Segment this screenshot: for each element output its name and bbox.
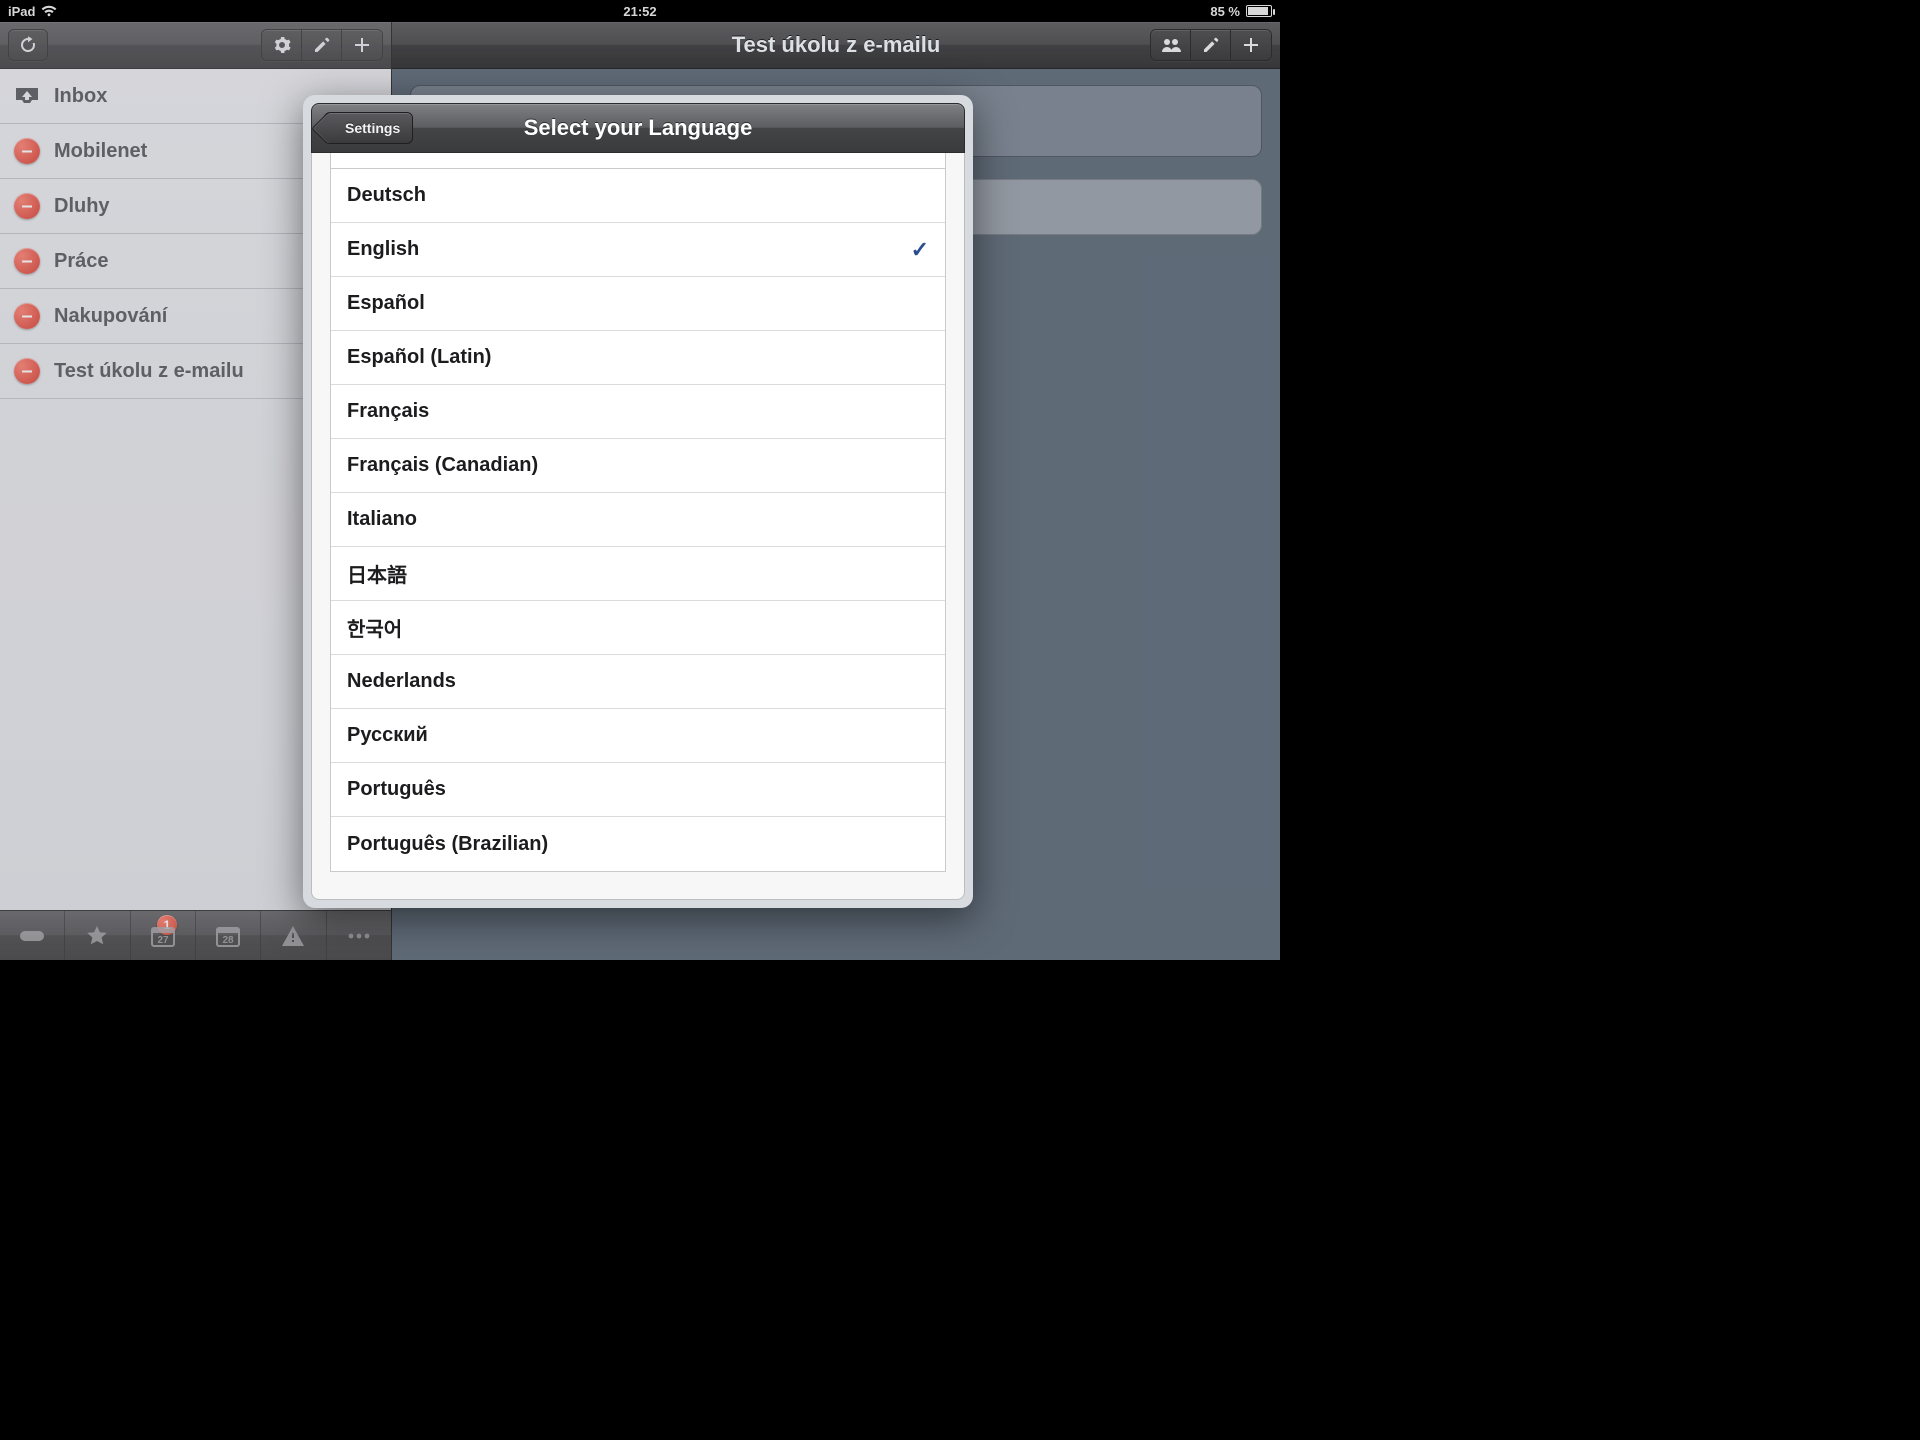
popover-body[interactable]: Deutsch English ✓ Español Español (Latin)… [311, 153, 965, 900]
language-label: Español (Latin) [347, 346, 491, 369]
tab-starred[interactable] [65, 911, 130, 960]
popover-header: Settings Select your Language [311, 103, 965, 153]
language-popover: Settings Select your Language Deutsch En… [303, 95, 973, 908]
sidebar-item-label: Nakupování [54, 305, 167, 328]
language-label: Русский [347, 724, 428, 747]
minus-icon: – [14, 358, 40, 384]
detail-toolbar: Test úkolu z e-mailu [392, 22, 1280, 69]
language-option[interactable]: Nederlands [331, 655, 945, 709]
sidebar-item-label: Inbox [54, 85, 107, 108]
svg-text:28: 28 [223, 935, 235, 946]
back-to-settings-button[interactable]: Settings [324, 112, 413, 144]
language-option[interactable]: Deutsch [331, 169, 945, 223]
language-label: Italiano [347, 508, 417, 531]
language-option[interactable]: English ✓ [331, 223, 945, 277]
sidebar-item-label: Dluhy [54, 195, 110, 218]
language-list: Deutsch English ✓ Español Español (Latin)… [330, 153, 946, 872]
language-label: 한국어 [347, 613, 402, 642]
language-label: English [347, 238, 419, 261]
language-option[interactable]: Italiano [331, 493, 945, 547]
minus-icon: – [14, 303, 40, 329]
language-label: Deutsch [347, 184, 426, 207]
language-label: Nederlands [347, 670, 456, 693]
language-option[interactable]: Français [331, 385, 945, 439]
language-option[interactable]: Português (Brazilian) [331, 817, 945, 871]
tab-tomorrow[interactable]: 28 [196, 911, 261, 960]
minus-icon: – [14, 138, 40, 164]
tab-more[interactable] [327, 911, 391, 960]
detail-title: Test úkolu z e-mailu [732, 32, 941, 58]
battery-icon [1246, 5, 1272, 17]
language-option[interactable]: Русский [331, 709, 945, 763]
tab-bar: 1 27 28 [0, 910, 391, 960]
language-option[interactable]: Español (Latin) [331, 331, 945, 385]
wifi-icon [41, 5, 57, 17]
language-label: Português (Brazilian) [347, 833, 548, 856]
popover-title: Select your Language [524, 115, 753, 141]
back-button-label: Settings [345, 120, 400, 136]
device-label: iPad [8, 4, 35, 19]
checkmark-icon: ✓ [911, 237, 929, 263]
sidebar-item-label: Test úkolu z e-mailu [54, 360, 244, 383]
minus-icon: – [14, 248, 40, 274]
add-task-button[interactable] [1231, 29, 1271, 61]
add-button[interactable] [342, 29, 382, 61]
tab-today[interactable]: 1 27 [131, 911, 196, 960]
language-option[interactable]: 日本語 [331, 547, 945, 601]
battery-percent: 85 % [1210, 4, 1240, 19]
sidebar-actions [261, 29, 383, 61]
language-option[interactable]: Français (Canadian) [331, 439, 945, 493]
settings-button[interactable] [262, 29, 302, 61]
sidebar-item-label: Mobilenet [54, 140, 147, 163]
language-option[interactable]: Español [331, 277, 945, 331]
refresh-button[interactable] [8, 29, 48, 61]
language-option[interactable]: 한국어 [331, 601, 945, 655]
sidebar-toolbar [0, 22, 391, 69]
list-top-spacer [331, 153, 945, 169]
language-label: Français [347, 400, 429, 423]
share-button[interactable] [1151, 29, 1191, 61]
minus-icon: – [14, 193, 40, 219]
language-label: Français (Canadian) [347, 454, 538, 477]
language-label: Português [347, 778, 446, 801]
detail-actions [1150, 29, 1272, 61]
status-bar: iPad 21:52 85 % [0, 0, 1280, 22]
inbox-icon [14, 86, 40, 106]
edit-button[interactable] [1191, 29, 1231, 61]
tab-overdue[interactable] [261, 911, 326, 960]
svg-text:27: 27 [157, 935, 169, 946]
language-label: 日本語 [347, 559, 407, 588]
compose-button[interactable] [302, 29, 342, 61]
language-label: Español [347, 292, 425, 315]
clock: 21:52 [623, 4, 656, 19]
tab-all[interactable] [0, 911, 65, 960]
sidebar-item-label: Práce [54, 250, 109, 273]
language-option[interactable]: Português [331, 763, 945, 817]
